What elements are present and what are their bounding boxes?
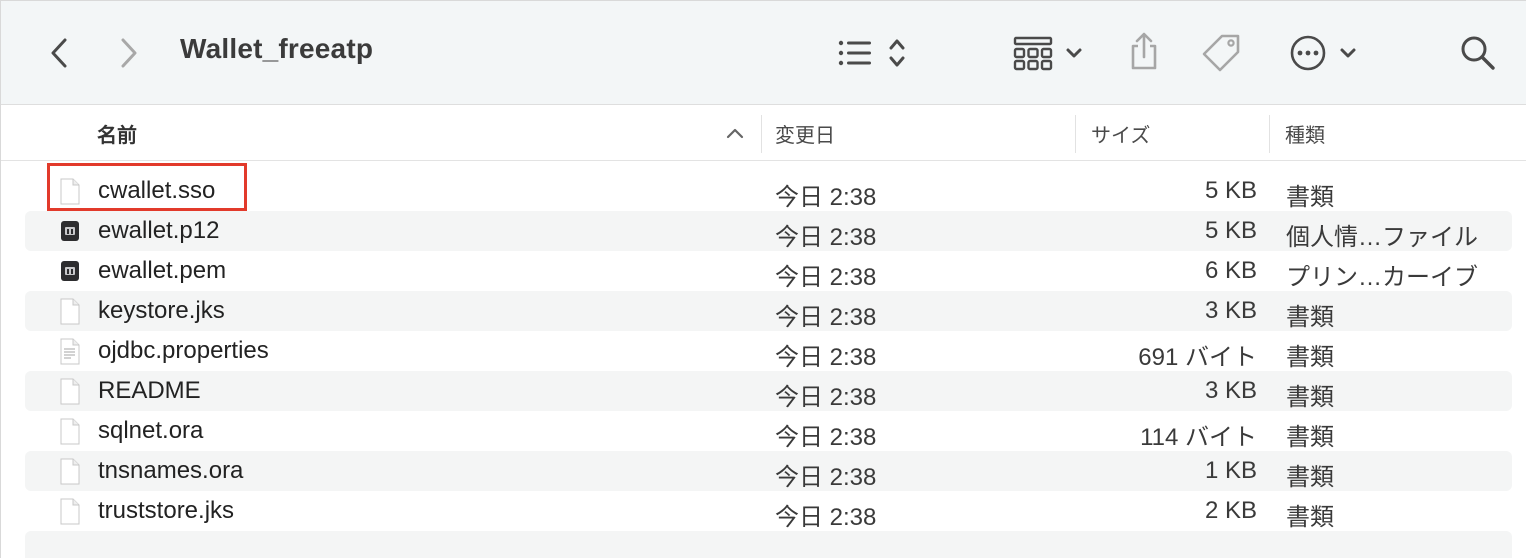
toolbar: Wallet_freeatp (1, 1, 1526, 105)
file-size: 5 KB (1204, 177, 1257, 204)
file-date: 今日 2:38 (775, 224, 877, 251)
file-kind: プリン…カーイブ (1286, 264, 1478, 291)
column-divider[interactable] (761, 115, 762, 153)
file-name: sqlnet.ora (98, 417, 204, 444)
file-date: 今日 2:38 (775, 264, 877, 291)
file-row[interactable]: README 今日 2:38 3 KB 書類 (25, 371, 1512, 411)
file-name: README (98, 377, 201, 404)
certificate-icon (59, 218, 81, 245)
file-row[interactable]: sqlnet.ora 今日 2:38 114 バイト 書類 (25, 411, 1512, 451)
file-kind: 書類 (1286, 184, 1334, 211)
finder-window: Wallet_freeatp 名前 変更日 サイズ 種類 cwallet.sso… (0, 0, 1526, 558)
file-row[interactable]: cwallet.sso 今日 2:38 5 KB 書類 (25, 171, 1512, 211)
more-icon[interactable] (1287, 31, 1359, 75)
file-kind: 書類 (1286, 464, 1334, 491)
list-view-icon[interactable] (831, 35, 911, 71)
column-divider[interactable] (1075, 115, 1076, 153)
file-row[interactable]: ewallet.p12 今日 2:38 5 KB 個人情…ファイル (25, 211, 1512, 251)
file-name: ewallet.p12 (98, 217, 220, 244)
file-kind: 書類 (1286, 384, 1334, 411)
document-icon (59, 498, 81, 525)
file-kind: 書類 (1286, 424, 1334, 451)
certificate-icon (59, 258, 81, 285)
file-name: ewallet.pem (98, 257, 227, 284)
tag-icon[interactable] (1199, 31, 1245, 75)
document-icon (59, 458, 81, 485)
file-date: 今日 2:38 (775, 384, 877, 411)
window-title: Wallet_freeatp (180, 33, 374, 64)
file-row[interactable]: truststore.jks 今日 2:38 2 KB 書類 (25, 491, 1512, 531)
file-row[interactable]: keystore.jks 今日 2:38 3 KB 書類 (25, 291, 1512, 331)
file-size: 114 バイト (1140, 424, 1257, 451)
annotation-highlight-box (47, 163, 247, 211)
column-header-kind[interactable]: 種類 (1285, 119, 1325, 148)
document-icon (59, 298, 81, 325)
column-header-size[interactable]: サイズ (1091, 119, 1150, 148)
share-icon[interactable] (1125, 29, 1163, 73)
file-kind: 書類 (1286, 344, 1334, 371)
file-date: 今日 2:38 (775, 464, 877, 491)
file-size: 3 KB (1204, 377, 1257, 404)
file-size: 2 KB (1204, 497, 1257, 524)
file-row[interactable]: ojdbc.properties 今日 2:38 691 バイト 書類 (25, 331, 1512, 371)
file-size: 6 KB (1204, 257, 1257, 284)
column-header-date[interactable]: 変更日 (775, 119, 835, 148)
file-date: 今日 2:38 (775, 424, 877, 451)
chevron-right-icon[interactable] (113, 33, 145, 73)
file-kind: 個人情…ファイル (1286, 224, 1478, 251)
file-row[interactable]: ewallet.pem 今日 2:38 6 KB プリン…カーイブ (25, 251, 1512, 291)
file-name: keystore.jks (98, 297, 225, 324)
file-kind: 書類 (1286, 304, 1334, 331)
grid-view-icon[interactable] (1011, 33, 1087, 73)
column-header: 名前 変更日 サイズ 種類 (1, 105, 1526, 161)
file-kind: 書類 (1286, 504, 1334, 531)
file-size: 691 バイト (1138, 344, 1257, 371)
document-icon (59, 378, 81, 405)
file-date: 今日 2:38 (775, 184, 877, 211)
file-date: 今日 2:38 (775, 304, 877, 331)
file-size: 1 KB (1204, 457, 1257, 484)
file-size: 5 KB (1204, 217, 1257, 244)
file-date: 今日 2:38 (775, 504, 877, 531)
column-header-name[interactable]: 名前 (97, 119, 137, 148)
empty-row (25, 531, 1512, 558)
file-name: tnsnames.ora (98, 457, 244, 484)
file-size: 3 KB (1204, 297, 1257, 324)
column-divider[interactable] (1269, 115, 1270, 153)
search-icon[interactable] (1457, 33, 1499, 73)
file-name: ojdbc.properties (98, 337, 269, 364)
sort-ascending-icon[interactable] (723, 123, 747, 143)
file-row[interactable]: tnsnames.ora 今日 2:38 1 KB 書類 (25, 451, 1512, 491)
file-date: 今日 2:38 (775, 344, 877, 371)
chevron-left-icon[interactable] (43, 33, 75, 73)
document-icon (59, 418, 81, 445)
text-document-icon (59, 338, 81, 365)
file-name: truststore.jks (98, 497, 235, 524)
